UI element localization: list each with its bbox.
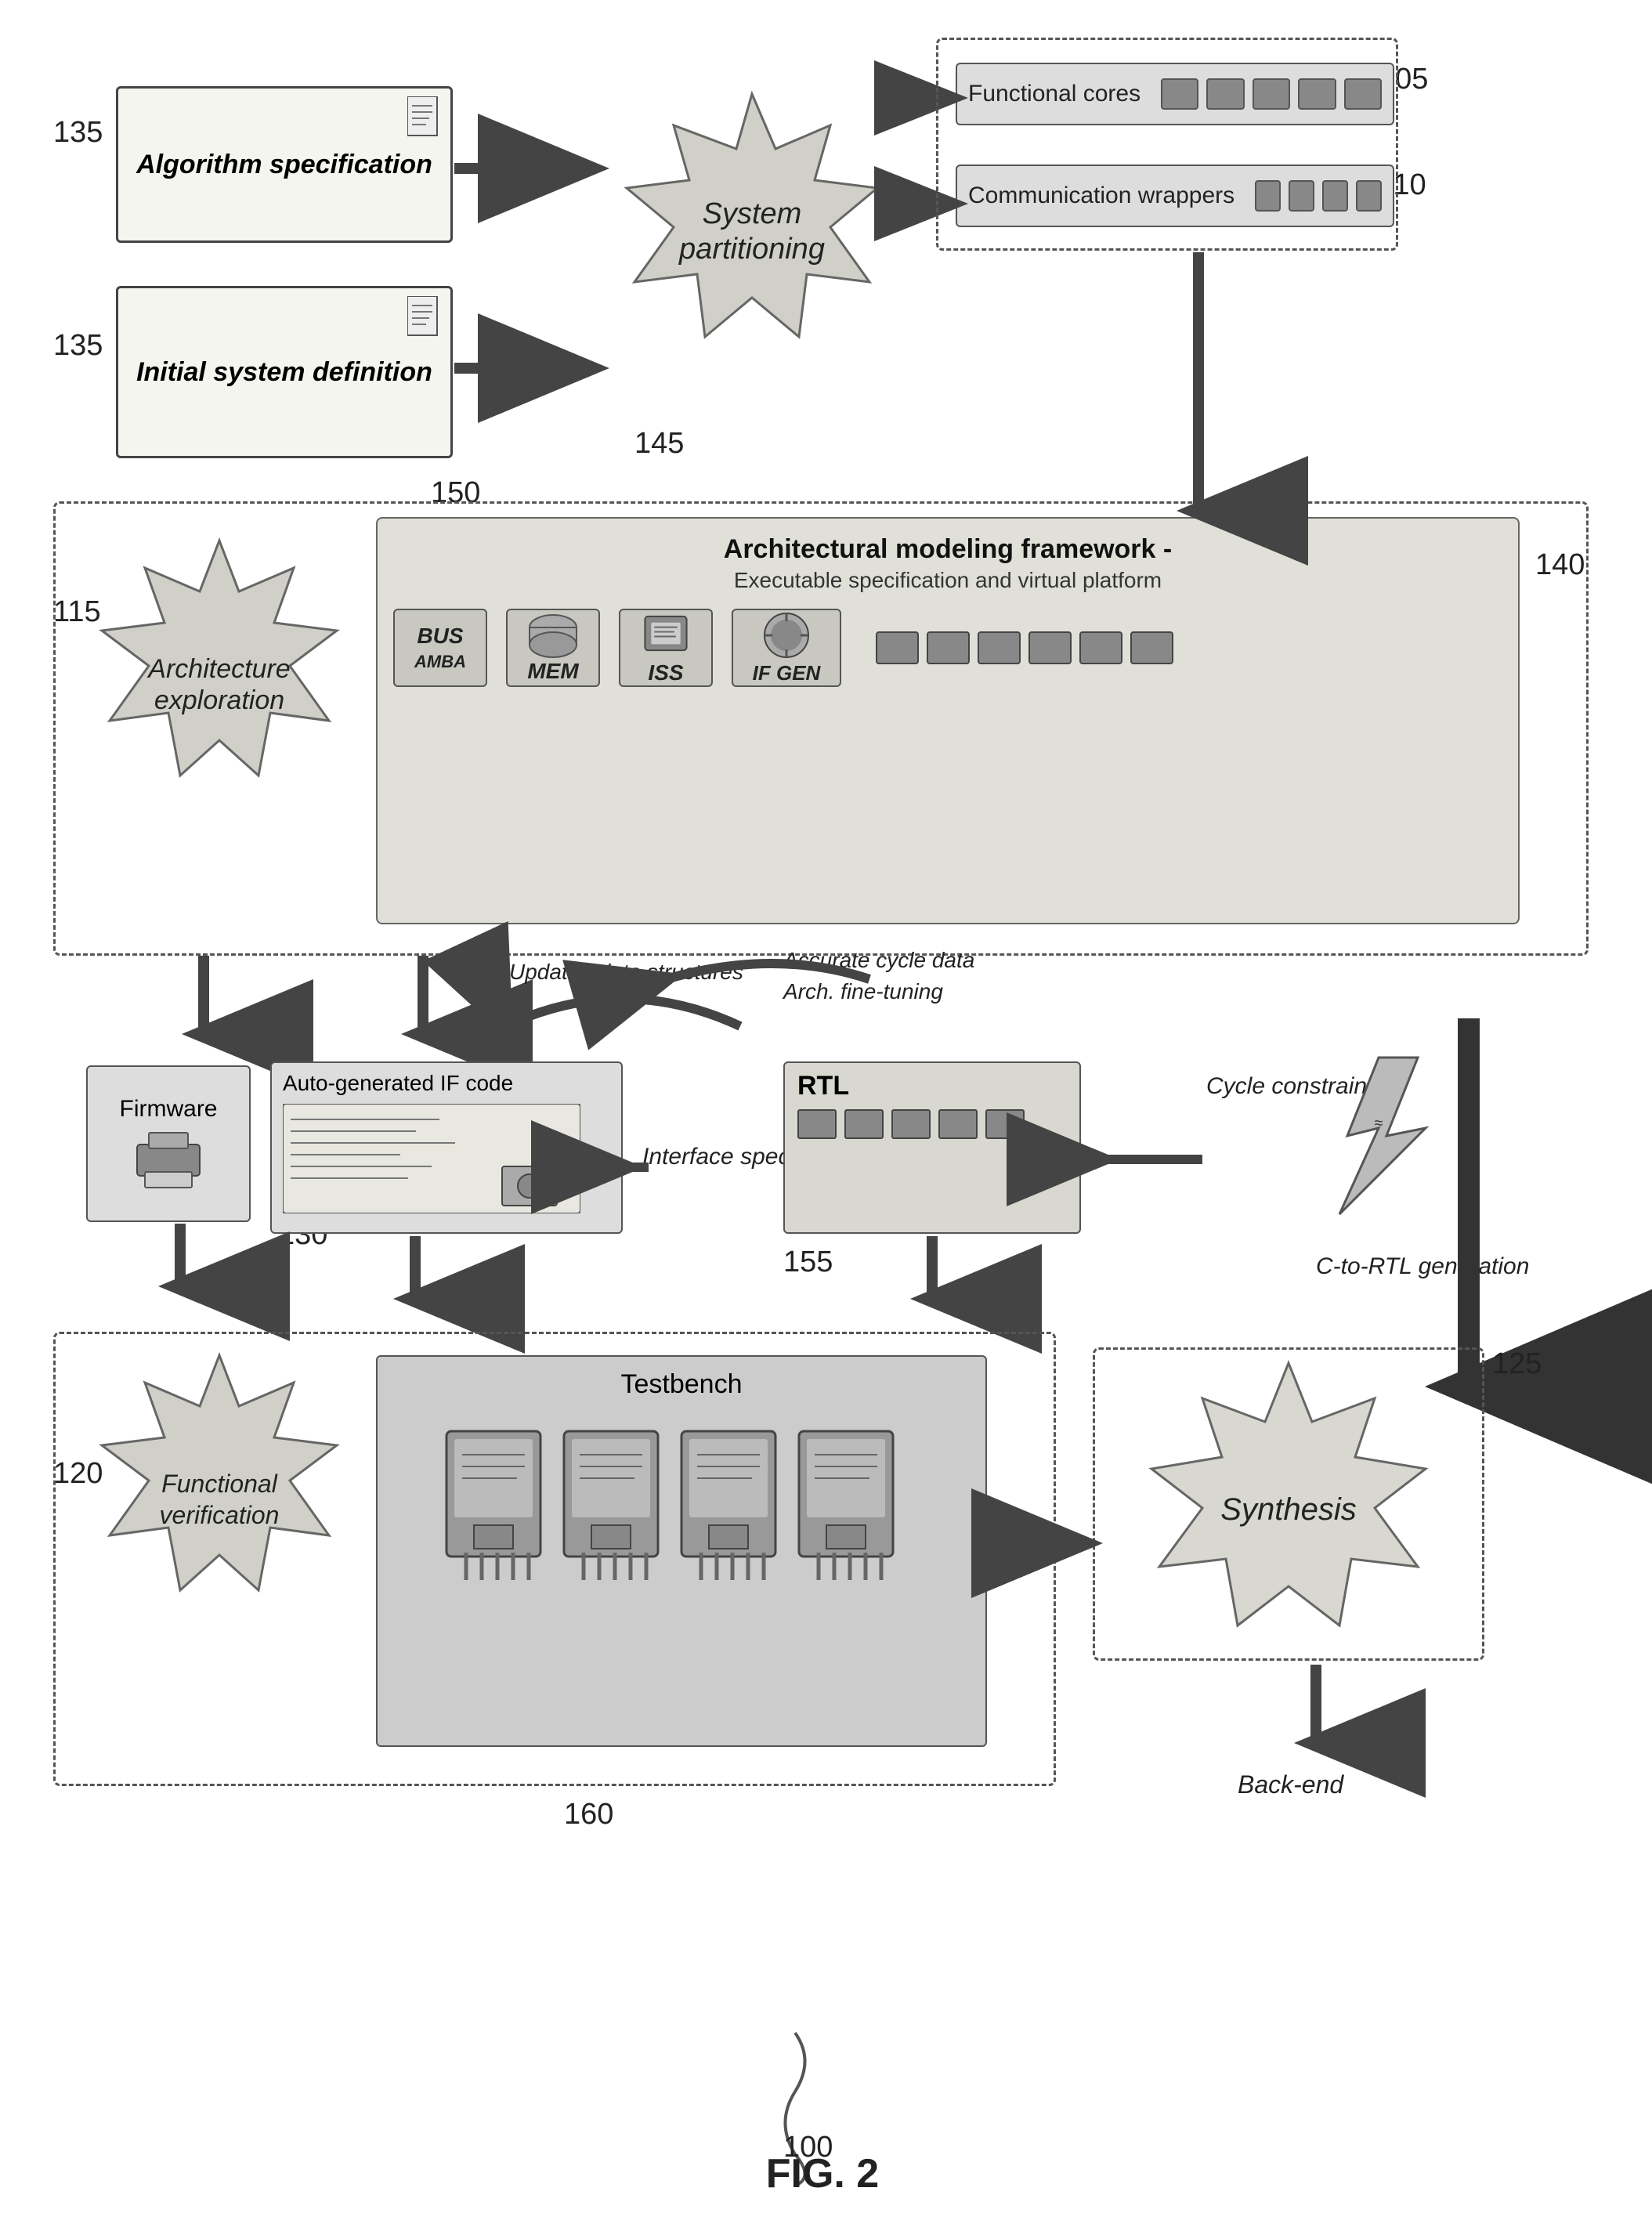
diagram: 135 Algorithm specification 135 Initial … (0, 0, 1652, 2213)
svg-text:Synthesis: Synthesis (1220, 1492, 1356, 1527)
algo-spec-doc: Algorithm specification (116, 86, 453, 243)
firmware-box: Firmware (86, 1065, 251, 1222)
arrow-testbench-to-synthesis (987, 1520, 1097, 1567)
fw-icon-ifgen: IF GEN (732, 609, 841, 687)
starburst-system-partitioning: System partitioning (587, 86, 916, 415)
ref-140: 140 (1535, 548, 1585, 582)
rtl-block-5 (985, 1109, 1025, 1139)
ref-160: 160 (564, 1798, 613, 1832)
init-sys-doc: Initial system definition (116, 286, 453, 458)
ref-145: 145 (634, 427, 684, 461)
svg-text:verification: verification (160, 1501, 280, 1529)
arrow-synthesis-to-backend (1285, 1665, 1347, 1759)
arrow-cycle-to-rtl (1093, 1136, 1210, 1183)
arrow-ifcode-down (392, 1236, 439, 1314)
rtl-box: RTL (783, 1061, 1081, 1234)
ref-155: 155 (783, 1246, 833, 1279)
fw-icon-mem: MEM (506, 609, 600, 687)
rtl-block-2 (844, 1109, 884, 1139)
doc-icon-init (407, 296, 443, 339)
ref-135a: 135 (53, 116, 103, 150)
init-sys-title: Initial system definition (136, 355, 432, 389)
fw-chain (876, 631, 1173, 664)
arrow-rtl-down (909, 1236, 956, 1314)
firmware-label: Firmware (120, 1096, 218, 1123)
starburst-synthesis: Synthesis (1108, 1355, 1469, 1653)
svg-text:exploration: exploration (154, 685, 284, 715)
arrow-arch-down-left (172, 956, 235, 1050)
svg-text:Functional: Functional (161, 1470, 278, 1498)
svg-text:System: System (703, 197, 802, 230)
fig-label: FIG. 2 (666, 2150, 979, 2197)
arrow-framework-down (392, 956, 454, 1050)
rtl-blocks (797, 1109, 1067, 1139)
arrow-firmware-down (157, 1224, 204, 1302)
chain-block-6 (1130, 631, 1173, 664)
testbench-label: Testbench (621, 1369, 743, 1400)
chain-block-5 (1079, 631, 1122, 664)
chain-block-1 (876, 631, 919, 664)
ref-125: 125 (1492, 1347, 1542, 1381)
rtl-block-3 (891, 1109, 931, 1139)
rtl-block-1 (797, 1109, 837, 1139)
arrow-cores-to-framework (1167, 252, 1230, 526)
starburst-func-verification: Functional verification (70, 1347, 368, 1645)
backend-label: Back-end (1238, 1770, 1343, 1799)
ifcode-box: Auto-generated IF code (270, 1061, 623, 1234)
svg-text:Architecture: Architecture (146, 654, 290, 684)
starburst-arch-exploration: Architecture exploration (70, 533, 368, 830)
arrow-accurate-cycle (642, 940, 877, 1018)
ifcode-label: Auto-generated IF code (283, 1071, 610, 1096)
fw-icon-bus: BUS AMBA (393, 609, 487, 687)
svg-text:partitioning: partitioning (678, 233, 825, 266)
chain-block-3 (978, 631, 1021, 664)
ref-135b: 135 (53, 329, 103, 363)
rtl-block-4 (938, 1109, 978, 1139)
framework-icons-row: BUS AMBA MEM (393, 609, 1502, 687)
arrow-iface-to-ifcode (621, 1128, 652, 1206)
cores-wrappers-dashed-box (936, 38, 1398, 251)
chain-block-2 (927, 631, 970, 664)
algo-spec-title: Algorithm specification (136, 147, 432, 182)
framework-box: Architectural modeling framework - Execu… (376, 517, 1520, 924)
interface-spec-label: Interface spec. (642, 1144, 797, 1170)
chain-block-4 (1028, 631, 1072, 664)
testbench-box: Testbench (376, 1355, 987, 1747)
rtl-label: RTL (797, 1071, 1067, 1101)
framework-title: Architectural modeling framework - (393, 534, 1502, 565)
fw-icon-iss: ISS (619, 609, 713, 687)
framework-subtitle: Executable specification and virtual pla… (393, 568, 1502, 593)
doc-icon-algo (407, 96, 443, 139)
